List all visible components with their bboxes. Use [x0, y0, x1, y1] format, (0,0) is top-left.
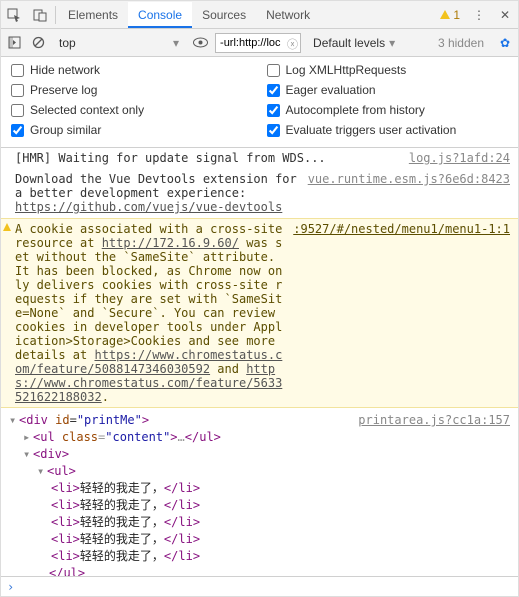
setting-autocomplete[interactable]: Autocomplete from history — [267, 103, 509, 117]
context-name: top — [59, 36, 169, 50]
setting-group-similar[interactable]: Group similar — [11, 123, 253, 137]
console-message-log: Download the Vue Devtools extension for … — [1, 169, 518, 218]
tree-row[interactable]: ▾<div> — [9, 446, 510, 463]
setting-eager-eval[interactable]: Eager evaluation — [267, 83, 509, 97]
more-icon[interactable]: ⋮ — [466, 2, 492, 28]
console-messages: [HMR] Waiting for update signal from WDS… — [1, 148, 518, 576]
hidden-messages-count[interactable]: 3 hidden — [438, 36, 484, 50]
warning-count-badge[interactable]: 1 — [440, 8, 460, 22]
warning-icon — [3, 223, 11, 231]
tree-row[interactable]: <li>轻轻的我走了，</li> — [9, 480, 510, 497]
execution-context-selector[interactable]: top ▾ — [59, 36, 179, 50]
setting-selected-context[interactable]: Selected context only — [11, 103, 253, 117]
source-link[interactable]: log.js?1afd:24 — [409, 151, 510, 165]
setting-log-xhr[interactable]: Log XMLHttpRequests — [267, 63, 509, 77]
console-prompt[interactable]: › — [1, 576, 518, 596]
link[interactable]: https://github.com/vuejs/vue-devtools — [15, 200, 282, 214]
tab-sources[interactable]: Sources — [192, 2, 256, 28]
source-link[interactable]: :9527/#/nested/menu1/menu1-1:1 — [293, 222, 510, 236]
console-settings-panel: Hide network Log XMLHttpRequests Preserv… — [1, 57, 518, 148]
disclosure-triangle-icon[interactable]: ▾ — [9, 412, 19, 429]
expanded-element-tree: printarea.js?cc1a:157 ▾<div id="printMe"… — [1, 408, 518, 576]
warning-icon — [440, 10, 450, 19]
disclosure-triangle-icon[interactable]: ▾ — [23, 446, 33, 463]
disclosure-triangle-icon[interactable]: ▾ — [37, 463, 47, 480]
tree-row[interactable]: ▾<ul> — [9, 463, 510, 480]
tree-row[interactable]: <li>轻轻的我走了，</li> — [9, 548, 510, 565]
close-icon[interactable]: ✕ — [492, 2, 518, 28]
chevron-down-icon: ▾ — [173, 36, 179, 50]
log-levels-selector[interactable]: Default levels ▾ — [313, 36, 395, 50]
message-text: Download the Vue Devtools extension for … — [15, 172, 300, 214]
link[interactable]: http://172.16.9.60/ — [102, 236, 239, 250]
setting-preserve-log[interactable]: Preserve log — [11, 83, 253, 97]
levels-label: Default levels — [313, 36, 385, 50]
message-text: [HMR] Waiting for update signal from WDS… — [15, 151, 401, 165]
sidebar-toggle-icon[interactable] — [5, 34, 23, 52]
tab-network[interactable]: Network — [256, 2, 320, 28]
live-expression-icon[interactable] — [191, 34, 209, 52]
tree-row[interactable]: <li>轻轻的我走了，</li> — [9, 514, 510, 531]
tab-console[interactable]: Console — [128, 2, 192, 28]
setting-hide-network[interactable]: Hide network — [11, 63, 253, 77]
tree-row[interactable]: <li>轻轻的我走了，</li> — [9, 531, 510, 548]
message-source: vue.runtime.esm.js?6e6d:8423 — [300, 172, 510, 214]
tree-row[interactable]: <li>轻轻的我走了，</li> — [9, 497, 510, 514]
setting-eval-user-activation[interactable]: Evaluate triggers user activation — [267, 123, 509, 137]
message-source: :9527/#/nested/menu1/menu1-1:1 — [285, 222, 510, 404]
tree-row[interactable]: ▸<ul class="content">…</ul> — [9, 429, 510, 446]
tree-row[interactable]: </ul> — [9, 565, 510, 576]
gear-icon[interactable]: ✿ — [496, 34, 514, 52]
console-message-warning: A cookie associated with a cross-site re… — [1, 218, 518, 408]
device-toggle-icon[interactable] — [27, 2, 53, 28]
console-message-log: [HMR] Waiting for update signal from WDS… — [1, 148, 518, 169]
disclosure-triangle-icon[interactable]: ▸ — [23, 429, 33, 446]
tab-elements[interactable]: Elements — [58, 2, 128, 28]
source-link[interactable]: vue.runtime.esm.js?6e6d:8423 — [308, 172, 510, 186]
devtools-tabbar: Elements Console Sources Network 1 ⋮ ✕ — [1, 1, 518, 29]
filter-wrap: ⓧ — [215, 33, 301, 53]
console-toolbar: top ▾ ⓧ Default levels ▾ 3 hidden ✿ — [1, 29, 518, 57]
chevron-down-icon: ▾ — [389, 36, 395, 50]
message-text: A cookie associated with a cross-site re… — [15, 222, 285, 404]
prompt-arrow-icon: › — [7, 580, 14, 594]
warning-count: 1 — [453, 8, 460, 22]
clear-filter-icon[interactable]: ⓧ — [287, 36, 298, 52]
inspect-icon[interactable] — [1, 2, 27, 28]
clear-console-icon[interactable] — [29, 34, 47, 52]
message-source: log.js?1afd:24 — [401, 151, 510, 165]
source-link[interactable]: printarea.js?cc1a:157 — [358, 412, 510, 429]
